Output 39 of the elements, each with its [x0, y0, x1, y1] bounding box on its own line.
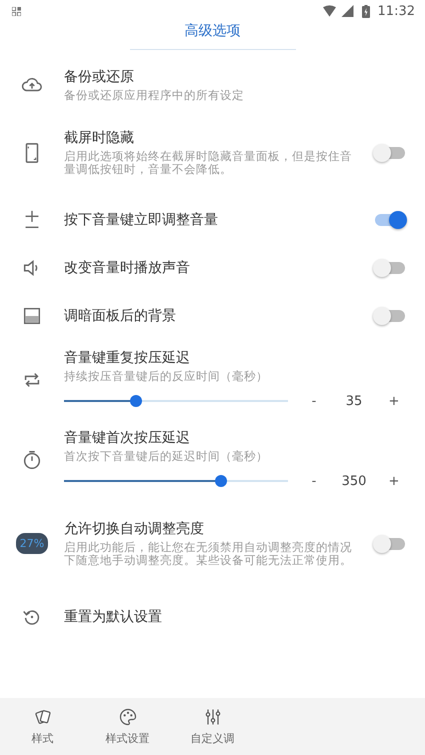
- slider-value: 35: [344, 394, 364, 408]
- setting-title: 允许切换自动调整亮度: [64, 520, 205, 539]
- nav-tab[interactable]: 样式设置: [85, 698, 170, 755]
- setting-title[interactable]: 重置为默认设置: [64, 608, 425, 626]
- increase-button[interactable]: +: [384, 394, 404, 408]
- decrease-button[interactable]: -: [304, 474, 324, 488]
- slider-thumb[interactable]: [130, 395, 142, 407]
- palette-icon: [118, 707, 138, 727]
- signal-icon: [340, 5, 354, 17]
- gradient-icon: [21, 305, 43, 327]
- nav-tab[interactable]: 自定义调: [170, 698, 255, 755]
- setting-description: 首次按下音量键后的延迟时间（毫秒）: [64, 450, 269, 463]
- setting-title: 音量键重复按压延迟: [64, 349, 191, 368]
- status-time: 11:32: [378, 4, 415, 18]
- brightness-badge-icon: 27%: [16, 533, 48, 554]
- setting-description: 持续按压音量键后的反应时间（毫秒）: [64, 370, 269, 383]
- page-title: 高级选项: [130, 22, 296, 50]
- battery-icon: [362, 4, 370, 18]
- setting-title: 音量键首次按压延迟: [64, 429, 191, 448]
- wifi-icon: [322, 5, 336, 17]
- setting-title: 调暗面板后的背景: [64, 306, 177, 326]
- toggle-switch[interactable]: [375, 214, 405, 226]
- setting-description: 启用此选项将始终在截屏时隐藏音量面板，但是按住音量调低按钮时，音量不会降低。: [64, 150, 353, 176]
- setting-description: 备份或还原应用程序中的所有设定: [64, 89, 245, 102]
- setting-title: 改变音量时播放声音: [64, 258, 191, 278]
- slider-value: 350: [340, 474, 368, 488]
- notification-icon: [12, 6, 21, 16]
- decrease-button[interactable]: -: [304, 394, 324, 408]
- setting-title: 截屏时隐藏: [64, 129, 135, 148]
- setting-description: 启用此功能后，能让您在无须禁用自动调整亮度的情况下随意地手动调整亮度。某些设备可能无法正常使用。: [64, 541, 353, 567]
- toggle-switch[interactable]: [375, 262, 405, 274]
- nav-tab[interactable]: 样式: [0, 698, 85, 755]
- setting-title: 按下音量键立即调整音量: [64, 210, 219, 230]
- toggle-switch[interactable]: [375, 310, 405, 322]
- setting-title[interactable]: 备份或还原: [64, 68, 425, 87]
- increase-button[interactable]: +: [384, 474, 404, 488]
- cards-icon: [32, 707, 52, 727]
- timer-icon: [21, 449, 43, 471]
- slider-thumb[interactable]: [214, 475, 227, 487]
